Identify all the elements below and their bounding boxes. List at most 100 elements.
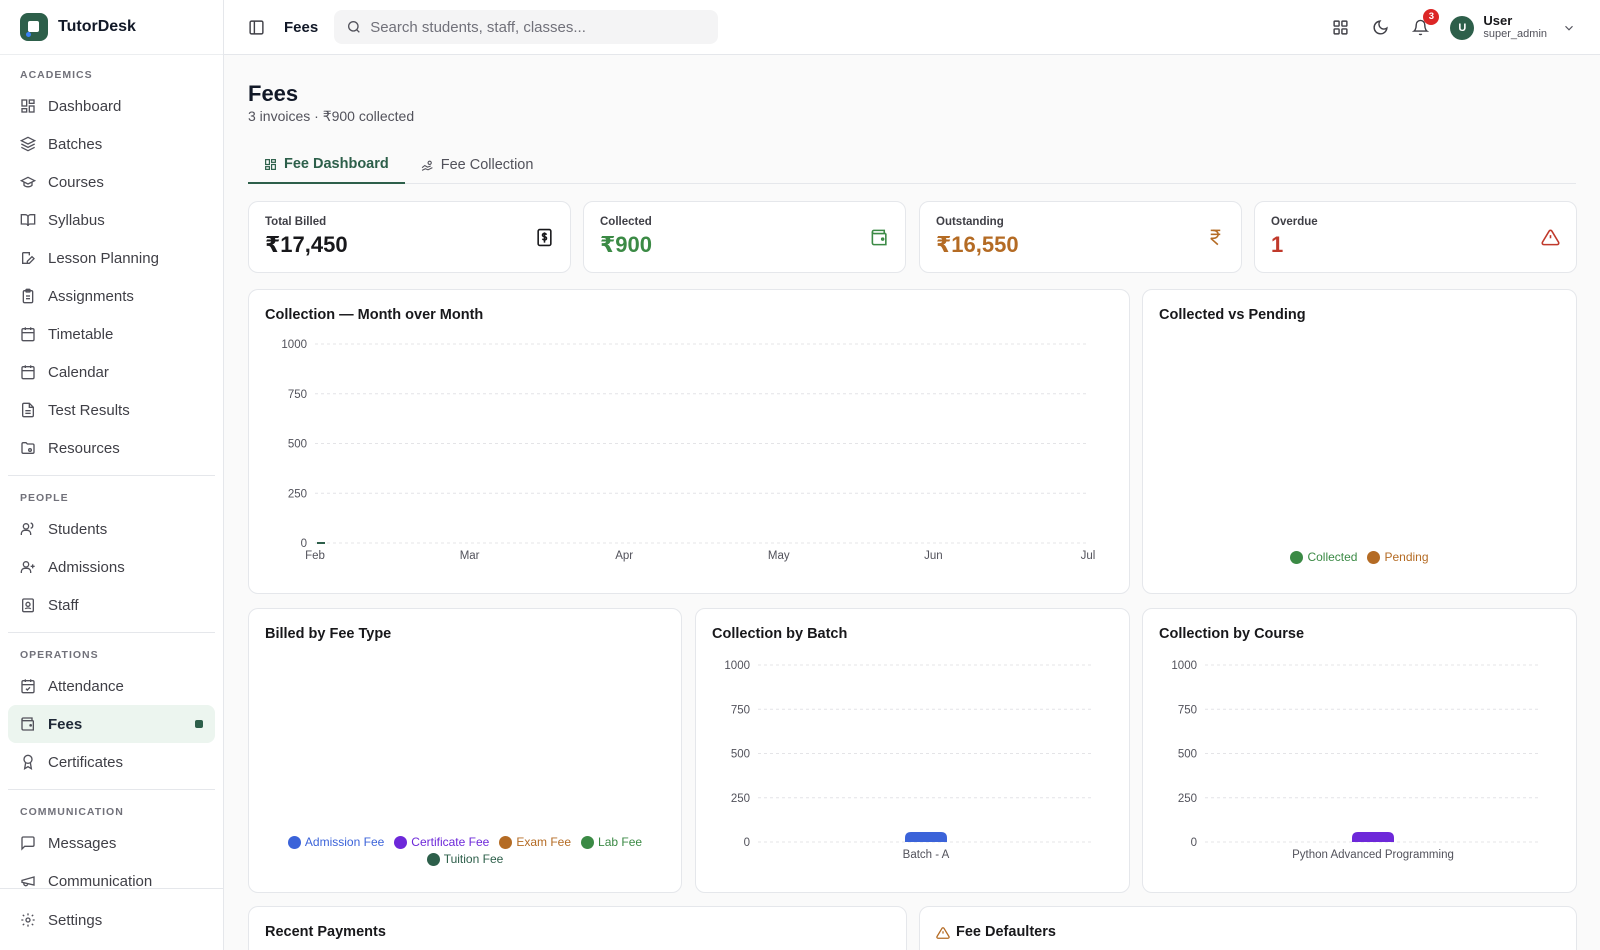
user-plus-icon	[20, 559, 36, 575]
topbar-actions: 3 U User super_admin	[1330, 0, 1576, 55]
x-tick-label: Python Advanced Programming	[1292, 849, 1454, 861]
sidebar-item-fees[interactable]: Fees	[8, 705, 215, 743]
card-title: Fee Defaulters	[956, 924, 1056, 940]
legend-swatch	[394, 835, 408, 849]
sidebar-item-syllabus[interactable]: Syllabus	[8, 201, 215, 239]
sidebar-item-admissions[interactable]: Admissions	[8, 548, 215, 586]
nav-section-title: COMMUNICATION	[20, 806, 124, 818]
sidebar-item-timetable[interactable]: Timetable	[8, 315, 215, 353]
sidebar-item-label: Batches	[48, 135, 103, 153]
user-role: super_admin	[1483, 28, 1547, 40]
y-tick-label: 1000	[281, 339, 307, 351]
y-tick-label: 750	[1178, 704, 1197, 716]
sidebar-item-label: Lesson Planning	[48, 249, 159, 267]
calendar-icon	[20, 326, 36, 342]
tab-fee-dashboard[interactable]: Fee Dashboard	[248, 146, 405, 184]
calendar-icon	[20, 364, 36, 380]
bell-icon[interactable]: 3	[1410, 8, 1440, 38]
sidebar-nav: ACADEMICS Dashboard Batches Courses Syllabus…	[0, 55, 223, 888]
tab-label: Fee Dashboard	[284, 156, 389, 172]
sidebar-item-batches[interactable]: Batches	[8, 125, 215, 163]
stat-label: Total Billed	[265, 216, 327, 228]
stat-card-outstanding: Outstanding ₹16,550	[919, 201, 1242, 273]
stat-card-overdue: Overdue 1	[1254, 201, 1577, 273]
megaphone-icon	[20, 873, 36, 888]
search-box[interactable]	[334, 10, 719, 44]
stat-label: Outstanding	[936, 216, 1004, 228]
sidebar-item-label: Syllabus	[48, 211, 105, 229]
sidebar-item-courses[interactable]: Courses	[8, 163, 215, 201]
y-tick-label: 750	[288, 389, 307, 401]
sidebar-item-communication[interactable]: Communication	[8, 862, 215, 888]
sidebar-item-certificates[interactable]: Certificates	[8, 743, 215, 781]
search-input[interactable]	[370, 18, 691, 36]
sidebar-item-label: Resources	[48, 439, 120, 457]
tab-bar: Fee Dashboard Fee Collection	[248, 146, 1576, 184]
monthly-collection-card: Collection — Month over Month 0 250 500 750…	[248, 289, 1130, 594]
alert-triangle-icon	[936, 926, 950, 940]
legend-label: Certificate Fee	[411, 835, 490, 849]
nav-section-title: PEOPLE	[20, 492, 69, 504]
legend-label: Collected	[1307, 550, 1358, 564]
bar	[905, 832, 947, 842]
id-badge-icon	[20, 597, 36, 613]
x-tick-label: May	[768, 550, 790, 562]
sidebar-item-messages[interactable]: Messages	[8, 824, 215, 862]
app-logo-icon	[20, 13, 48, 41]
layers-icon	[20, 136, 36, 152]
user-info: User super_admin	[1483, 14, 1547, 41]
sidebar-item-label: Timetable	[48, 325, 114, 343]
legend-swatch	[426, 852, 440, 866]
sidebar-item-attendance[interactable]: Attendance	[8, 667, 215, 705]
y-tick-label: 250	[1178, 793, 1197, 805]
legend-label: Admission Fee	[304, 835, 385, 849]
legend-item: Pending	[1367, 550, 1429, 564]
sidebar-item-label: Calendar	[48, 363, 109, 381]
tab-fee-collection[interactable]: Fee Collection	[405, 146, 550, 184]
stat-value: 1	[1271, 232, 1284, 257]
graduation-cap-icon	[20, 174, 36, 190]
sidebar-item-test-results[interactable]: Test Results	[8, 391, 215, 429]
y-tick-label: 750	[731, 704, 750, 716]
sidebar-item-staff[interactable]: Staff	[8, 586, 215, 624]
sidebar-item-label: Communication	[48, 872, 153, 889]
search-icon	[346, 19, 362, 35]
user-menu[interactable]: U User super_admin	[1450, 14, 1576, 41]
rupee-icon	[1205, 227, 1225, 247]
moon-icon[interactable]	[1370, 18, 1390, 38]
sidebar-item-calendar[interactable]: Calendar	[8, 353, 215, 391]
tab-label: Fee Collection	[440, 157, 534, 173]
sidebar-item-dashboard[interactable]: Dashboard	[8, 87, 215, 125]
y-tick-label: 500	[1178, 749, 1197, 761]
apps-grid-icon[interactable]	[1330, 18, 1350, 38]
sidebar-item-lesson-planning[interactable]: Lesson Planning	[8, 239, 215, 277]
notification-badge: 3	[1423, 8, 1440, 25]
stat-value: ₹17,450	[265, 232, 348, 257]
y-tick-label: 500	[288, 439, 307, 451]
y-tick-label: 0	[301, 538, 307, 550]
message-icon	[20, 835, 36, 851]
course-collection-chart: 0 250 500 750 1000 Python Advanced Programmin…	[1171, 660, 1541, 861]
sidebar-item-assignments[interactable]: Assignments	[8, 277, 215, 315]
card-title: Billed by Fee Type	[265, 626, 392, 642]
brand[interactable]: TutorDesk	[0, 0, 223, 55]
nav-divider	[8, 632, 215, 633]
stat-card-collected: Collected ₹900	[583, 201, 906, 273]
legend-swatch	[581, 835, 595, 849]
active-indicator	[195, 720, 203, 728]
folder-icon	[20, 440, 36, 456]
recent-payments-card: Recent Payments	[248, 906, 907, 950]
sidebar-item-students[interactable]: Students	[8, 510, 215, 548]
page-subtitle: 3 invoices · ₹900 collected	[248, 108, 415, 124]
sidebar-toggle-icon[interactable]	[246, 17, 266, 37]
legend-item: Exam Fee	[499, 835, 571, 849]
sidebar-item-resources[interactable]: Resources	[8, 429, 215, 467]
x-tick-label: Feb	[305, 550, 325, 562]
sidebar-item-settings[interactable]: Settings	[8, 901, 215, 939]
legend-swatch	[1367, 550, 1381, 564]
x-tick-label: Jun	[924, 550, 943, 562]
x-tick-label: Batch - A	[903, 849, 950, 861]
legend-item: Lab Fee	[581, 835, 642, 849]
fee-type-card: Billed by Fee Type Admission Fee Certific…	[248, 608, 682, 893]
dashboard-icon	[264, 158, 277, 171]
